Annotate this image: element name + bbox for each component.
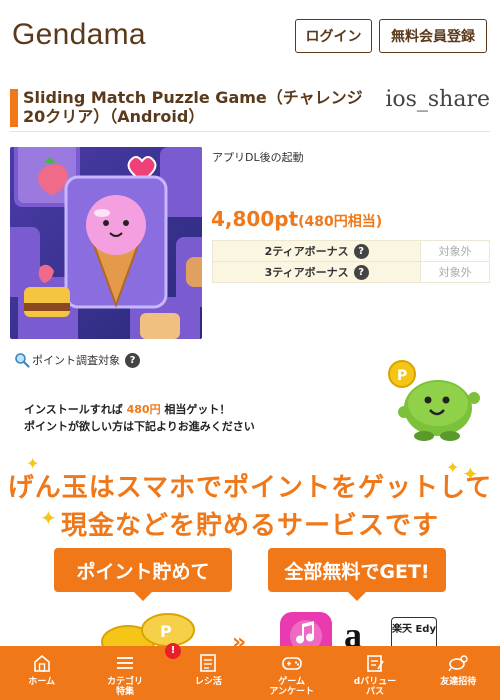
- survey-target: ポイント調査対象?: [14, 352, 140, 368]
- offer-title: Sliding Match Puzzle Game（チャレンジ20クリア）（An…: [23, 88, 363, 126]
- save-points-banner[interactable]: ポイント貯めて: [54, 548, 232, 601]
- points-yen: (480円相当): [298, 214, 383, 230]
- offer-points: 4,800pt(480円相当): [211, 207, 382, 231]
- offer-description: アプリDL後の起動: [212, 151, 304, 164]
- install-highlight: 480円: [126, 403, 161, 416]
- svg-text:P: P: [160, 622, 172, 641]
- survey-label: ポイント調査対象: [32, 354, 120, 367]
- nav-label: dバリュー パス: [353, 677, 397, 697]
- gamepad-icon: [281, 657, 302, 670]
- install-line2: ポイントが欲しい方は下記よりお進みください: [24, 420, 255, 433]
- bonus-value: 対象外: [420, 261, 490, 283]
- bonus-value: 対象外: [420, 240, 490, 262]
- promo-subheadline: 現金などを貯めるサービスです: [60, 511, 439, 541]
- table-row: 3ティアボーナス? 対象外: [211, 261, 490, 283]
- notepad-icon: [367, 655, 384, 672]
- points-value: 4,800pt: [211, 207, 299, 231]
- login-button[interactable]: ログイン: [295, 19, 372, 53]
- home-icon: [33, 654, 50, 672]
- install-message: インストールすれば 480円 相当ゲット！ ポイントが欲しい方は下記よりお進みく…: [24, 401, 255, 435]
- table-row: 2ティアボーナス? 対象外: [211, 240, 490, 262]
- nav-label: カテゴリ 特集: [106, 677, 143, 697]
- nav-item-game[interactable]: ゲーム アンケート: [250, 646, 333, 700]
- nav-item-category[interactable]: カテゴリ 特集 !: [83, 643, 181, 700]
- receipt-icon: [200, 654, 217, 672]
- bonus-label-cell: 3ティアボーナス?: [211, 261, 422, 283]
- nav-label: 友達招待: [440, 677, 477, 687]
- bottom-nav: ホーム カテゴリ 特集 ! レシ活 ゲーム アンケート dバリュー パス 友達招…: [0, 643, 500, 700]
- mascot-character-icon: P: [388, 360, 480, 441]
- magnifier-icon: [15, 353, 30, 368]
- nav-label: レシ活: [194, 677, 222, 687]
- nav-item-receipt[interactable]: レシ活: [167, 646, 250, 700]
- nav-item-home[interactable]: ホーム: [0, 646, 83, 700]
- title-accent-bar: [10, 89, 18, 127]
- invite-icon: [448, 655, 468, 672]
- bonus-label: 2ティアボーナス: [264, 244, 349, 258]
- register-button[interactable]: 無料会員登録: [379, 19, 487, 53]
- bonus-label-cell: 2ティアボーナス?: [211, 240, 422, 262]
- header: Gendama ログイン 無料会員登録: [0, 0, 500, 72]
- svg-text:P: P: [397, 368, 407, 384]
- install-suffix: 相当ゲット！: [160, 403, 231, 416]
- nav-label: ゲーム アンケート: [269, 677, 314, 697]
- install-line1: インストールすれば 480円 相当ゲット！: [24, 401, 255, 418]
- free-get-banner[interactable]: 全部無料でGET!: [268, 548, 446, 601]
- bonus-table: 2ティアボーナス? 対象外 3ティアボーナス? 対象外: [211, 240, 490, 283]
- nav-label: ホーム: [28, 677, 56, 687]
- install-prefix: インストールすれば: [24, 403, 127, 416]
- offer-title-block: Sliding Match Puzzle Game（チャレンジ20クリア）（An…: [10, 86, 490, 132]
- nav-item-invite[interactable]: 友達招待: [417, 646, 500, 700]
- gendama-logo[interactable]: Gendama: [12, 18, 146, 52]
- help-icon[interactable]: ?: [125, 352, 140, 368]
- nav-item-dvalue[interactable]: dバリュー パス: [333, 646, 416, 700]
- bonus-label: 3ティアボーナス: [264, 265, 349, 279]
- platform-label: ios_share: [385, 87, 490, 112]
- help-icon[interactable]: ?: [353, 244, 369, 260]
- app-screenshot-image: [10, 147, 202, 339]
- help-icon[interactable]: ?: [353, 265, 369, 281]
- menu-icon: [116, 657, 133, 669]
- promo-headline: げん玉はスマホでポイントをゲットして: [7, 473, 493, 503]
